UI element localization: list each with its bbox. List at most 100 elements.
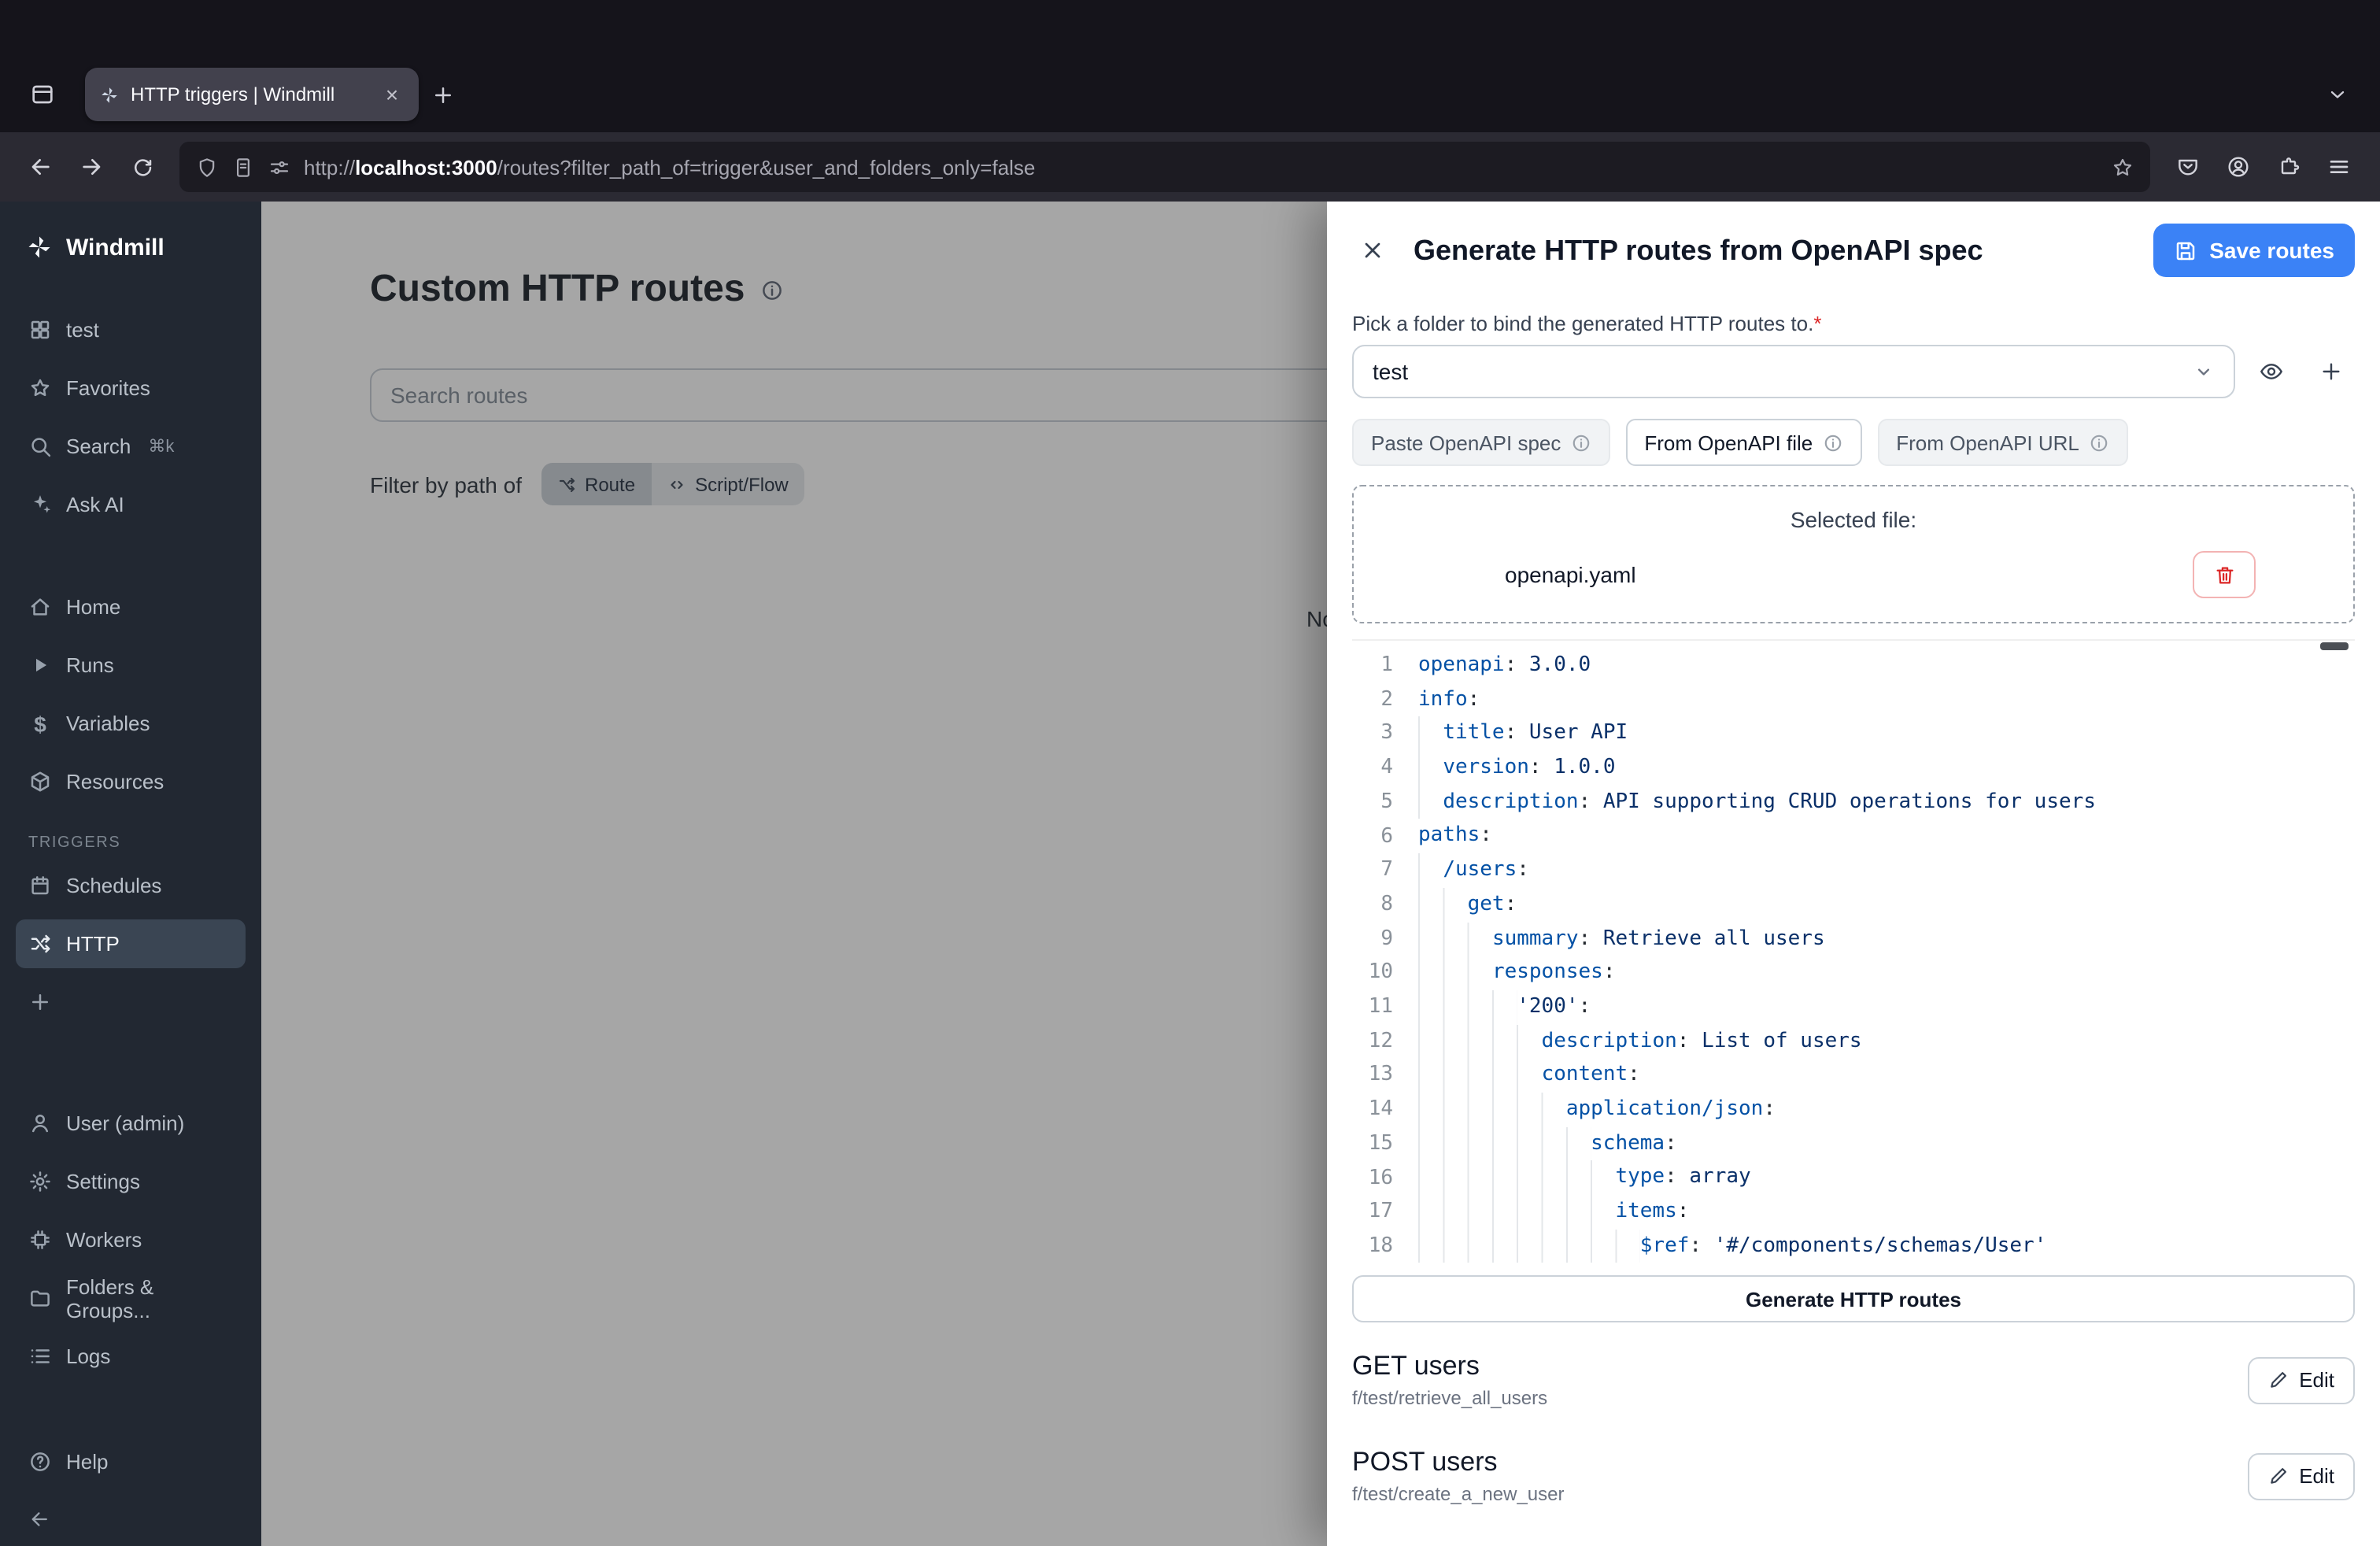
generate-http-routes-button[interactable]: Generate HTTP routes [1352,1275,2355,1322]
sidebar-item-ask-ai[interactable]: Ask AI [16,480,246,529]
view-folder-button[interactable] [2248,348,2295,395]
tab-from-openapi-url[interactable]: From OpenAPI URL [1877,419,2128,466]
sidebar-item-home[interactable]: Home [16,583,246,631]
route-name: POST users [1352,1447,1565,1478]
generate-routes-drawer: Generate HTTP routes from OpenAPI spec S… [1327,202,2380,1546]
sidebar-item-http[interactable]: HTTP [16,919,246,968]
forward-button[interactable] [68,143,115,190]
tab-strip: HTTP triggers | Windmill × [0,0,2380,132]
firefox-view-icon[interactable] [19,71,66,118]
menu-hamburger-icon[interactable] [2315,143,2363,190]
app-area: Windmill test Favorites Search ⌘k [0,202,2380,1546]
new-tab-button[interactable] [419,71,466,118]
sidebar-item-folders-groups[interactable]: Folders & Groups... [16,1274,246,1322]
permissions-icon[interactable] [268,155,291,179]
plus-icon [28,990,52,1014]
bookmark-star-icon[interactable] [2111,155,2134,179]
edit-route-button[interactable]: Edit [2247,1452,2355,1500]
info-icon [1570,432,1591,453]
sidebar-item-label: Favorites [66,376,150,400]
url-bar[interactable]: http://localhost:3000/routes?filter_path… [179,142,2150,192]
brand-name: Windmill [66,234,164,261]
sidebar-item-schedules[interactable]: Schedules [16,861,246,910]
pocket-icon[interactable] [2164,143,2212,190]
code-line: content: [1418,1059,2355,1093]
code-editor[interactable]: 123456789101112131415161718 openapi: 3.0… [1352,639,2355,1263]
close-drawer-button[interactable] [1352,230,1393,271]
tab-favicon-icon [99,84,120,105]
save-floppy-icon [2173,239,2197,262]
code-line: title: User API [1418,717,2355,751]
tab-list-chevron-icon[interactable] [2314,71,2361,118]
browser-tab[interactable]: HTTP triggers | Windmill × [85,68,419,121]
workspace-grid-icon [28,318,52,342]
sidebar-item-label: Logs [66,1344,110,1368]
add-trigger-button[interactable] [16,978,246,1026]
code-line: openapi: 3.0.0 [1418,649,2355,682]
sidebar-item-help[interactable]: Help [16,1437,246,1486]
edit-label: Edit [2299,1464,2334,1488]
line-number: 1 [1352,649,1393,682]
workspace-brand[interactable]: Windmill [16,220,246,271]
sidebar-item-label: Variables [66,712,150,735]
save-routes-button[interactable]: Save routes [2153,224,2355,277]
page-info-icon[interactable] [231,155,255,179]
reload-button[interactable] [118,143,165,190]
info-icon [2089,432,2109,453]
url-host: localhost:3000 [355,155,497,179]
add-folder-button[interactable] [2308,348,2355,395]
drawer-backdrop[interactable] [261,202,1327,1546]
code-line: $ref: '#/components/schemas/User' [1418,1229,2355,1263]
sidebar-item-logs[interactable]: Logs [16,1332,246,1381]
sidebar-item-workspace[interactable]: test [16,305,246,354]
code-line: get: [1418,888,2355,922]
sidebar-item-search[interactable]: Search ⌘k [16,422,246,471]
route-path: f/test/retrieve_all_users [1352,1387,1547,1409]
sidebar-group-nav: Home Runs $ Variables Resources [16,583,246,806]
generated-routes-list: GET users f/test/retrieve_all_users Edit… [1352,1351,2355,1505]
editor-scrollbar-thumb[interactable] [2320,642,2349,650]
tab-title: HTTP triggers | Windmill [131,83,368,105]
sidebar-item-label: Runs [66,653,114,677]
plus-icon [2319,359,2344,384]
extensions-puzzle-icon[interactable] [2265,143,2312,190]
code-editor-gutter: 123456789101112131415161718 [1352,649,1393,1263]
calendar-icon [28,874,52,897]
dollar-icon: $ [28,712,52,735]
sidebar-item-favorites[interactable]: Favorites [16,364,246,412]
line-number: 15 [1352,1127,1393,1161]
tracking-protection-shield-icon[interactable] [195,155,219,179]
search-icon [28,435,52,458]
route-icon [28,932,52,956]
sidebar-item-workers[interactable]: Workers [16,1215,246,1264]
collapse-sidebar-button[interactable] [16,1508,246,1533]
spec-source-tabs: Paste OpenAPI spec From OpenAPI file Fro… [1352,419,2355,466]
edit-route-button[interactable]: Edit [2247,1356,2355,1404]
sidebar-item-runs[interactable]: Runs [16,641,246,690]
remove-file-button[interactable] [2193,551,2256,598]
line-number: 8 [1352,888,1393,922]
windmill-logo-icon [25,233,54,261]
tab-paste-openapi-spec[interactable]: Paste OpenAPI spec [1352,419,1609,466]
route-item: GET users f/test/retrieve_all_users Edit [1352,1351,2355,1409]
tab-from-openapi-file[interactable]: From OpenAPI file [1625,419,1861,466]
sidebar-item-label: Settings [66,1170,140,1193]
triggers-section-label: TRIGGERS [28,834,233,852]
drawer-title: Generate HTTP routes from OpenAPI spec [1414,234,2132,267]
folder-select-value: test [1373,359,1408,384]
cube-icon [28,770,52,793]
user-icon [28,1111,52,1135]
help-icon [28,1450,52,1474]
back-button[interactable] [17,143,65,190]
line-number: 4 [1352,751,1393,785]
search-shortcut: ⌘k [148,436,174,457]
sidebar-item-user[interactable]: User (admin) [16,1099,246,1148]
sidebar-item-variables[interactable]: $ Variables [16,699,246,748]
folder-select[interactable]: test [1352,345,2235,398]
sidebar-item-settings[interactable]: Settings [16,1157,246,1206]
sidebar-item-resources[interactable]: Resources [16,757,246,806]
account-icon[interactable] [2215,143,2262,190]
close-icon [1360,238,1385,263]
tab-close-icon[interactable]: × [379,82,405,107]
code-line: schema: [1418,1126,2355,1160]
